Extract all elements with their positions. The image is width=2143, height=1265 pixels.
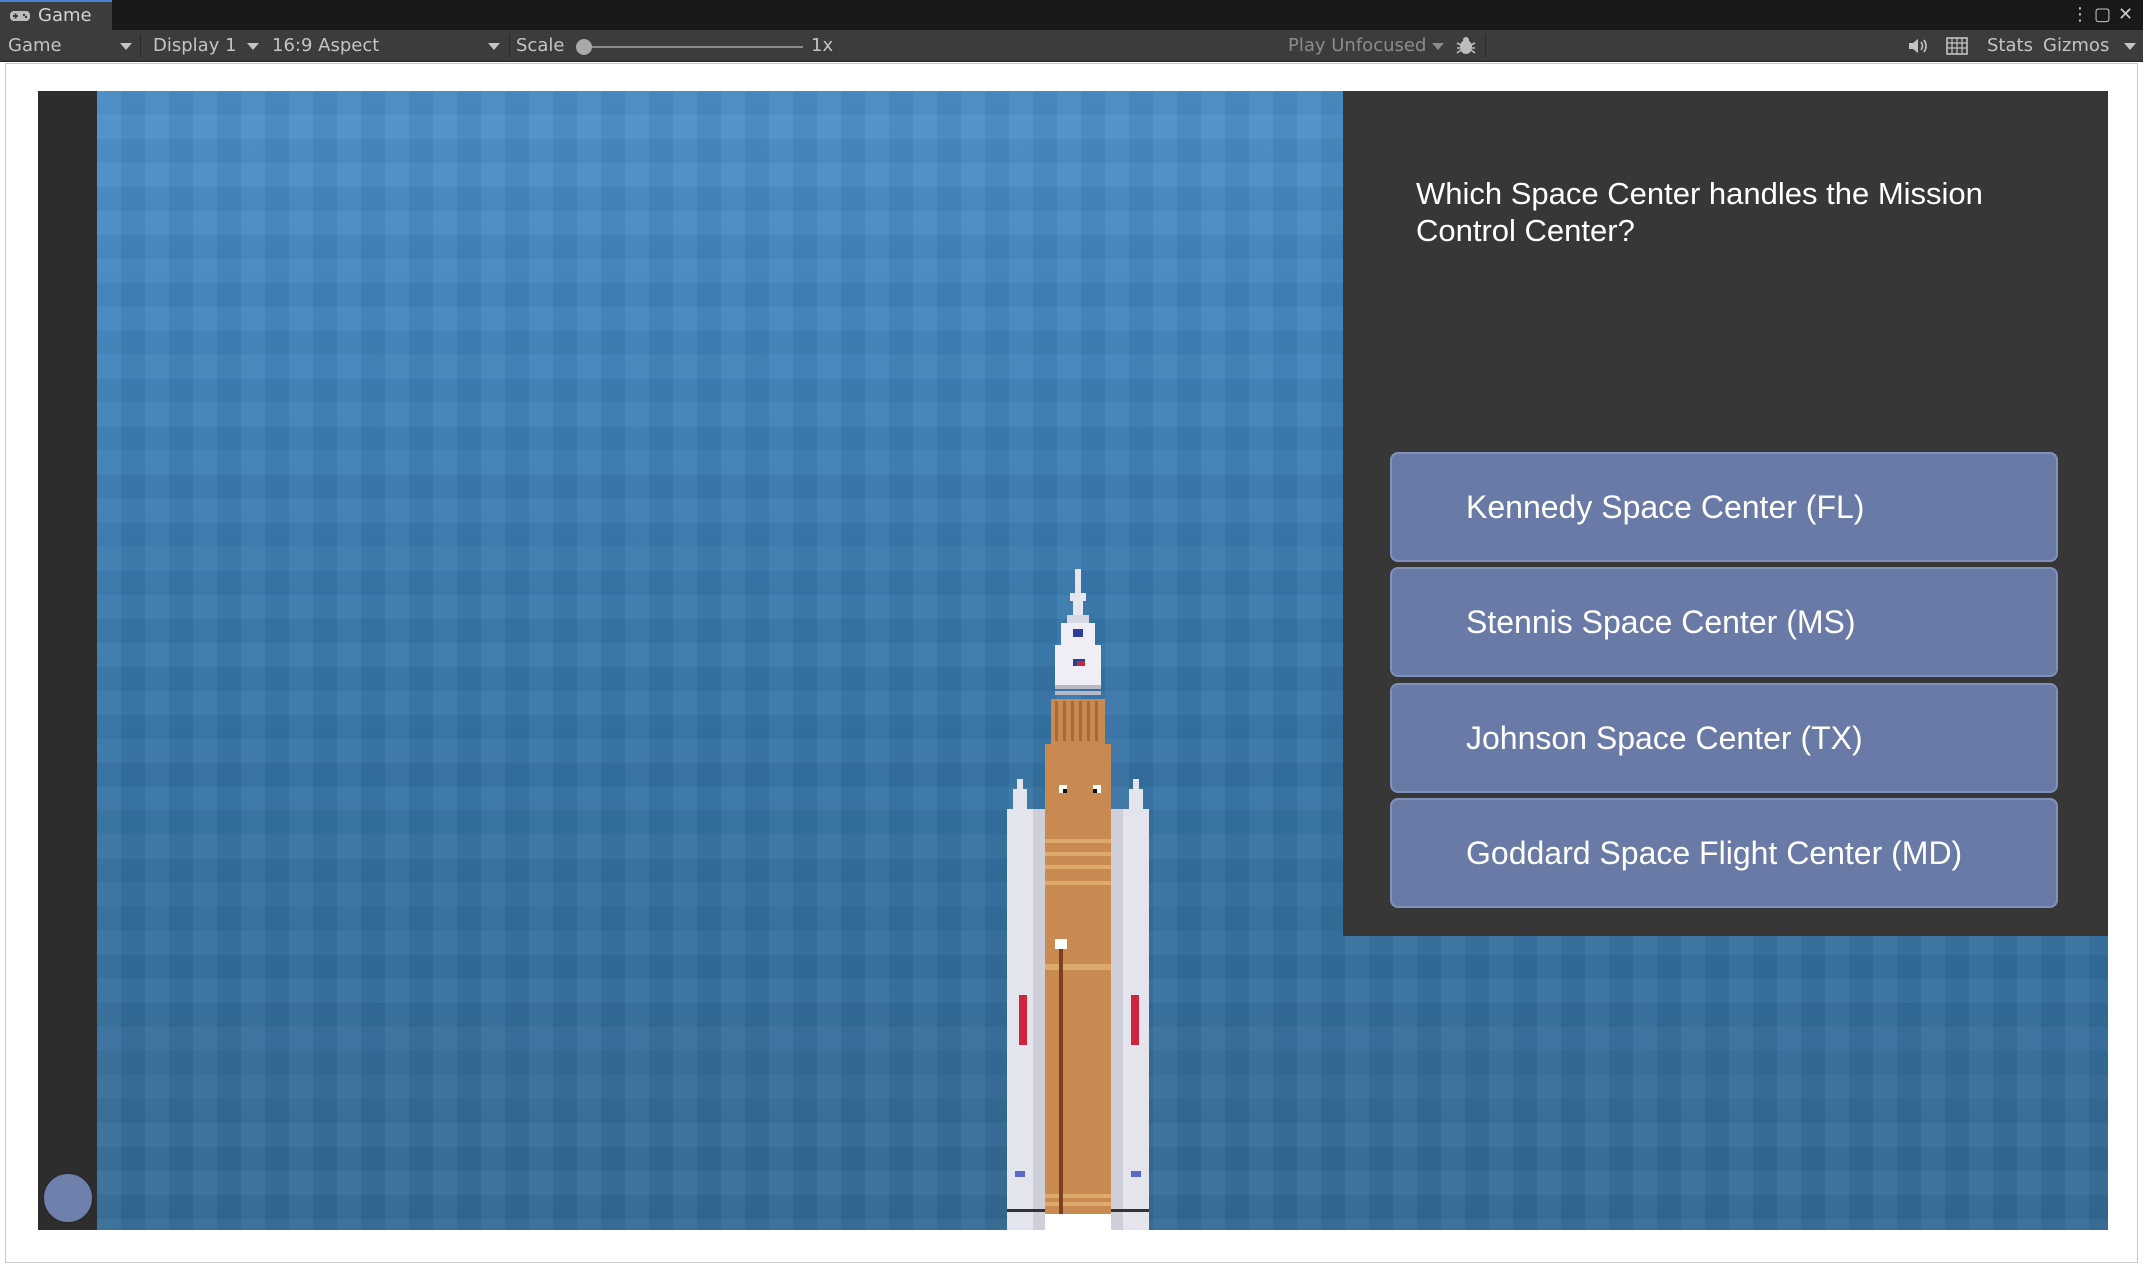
gamepad-icon <box>10 11 30 21</box>
stats-button[interactable]: Stats <box>1987 30 2033 61</box>
display-dropdown[interactable]: Display 1 <box>153 30 261 61</box>
gizmos-dropdown[interactable]: Gizmos <box>2043 30 2139 61</box>
game-view-toolbar: Game Display 1 16:9 Aspect Scale 1x Play… <box>0 30 2143 62</box>
tab-game[interactable]: Game <box>0 0 112 30</box>
chevron-down-icon <box>488 43 500 50</box>
gizmos-label: Gizmos <box>2043 35 2110 56</box>
close-button[interactable]: ✕ <box>2118 2 2133 28</box>
toolbar-divider <box>140 34 141 57</box>
answer-label: Kennedy Space Center (FL) <box>1466 489 1865 525</box>
display-label: Display 1 <box>153 35 237 56</box>
quiz-panel: Which Space Center handles the Mission C… <box>1343 91 2108 936</box>
scale-slider-handle[interactable] <box>576 39 592 55</box>
maximize-button[interactable]: ▢ <box>2094 2 2111 28</box>
scale-slider-track[interactable] <box>585 46 803 48</box>
play-mode-label: Play Unfocused <box>1288 35 1427 56</box>
bug-icon[interactable] <box>1455 35 1477 57</box>
rocket-sprite <box>1007 569 1149 1230</box>
answer-button-2[interactable]: Stennis Space Center (MS) <box>1390 567 2058 677</box>
answer-button-1[interactable]: Kennedy Space Center (FL) <box>1390 452 2058 562</box>
chevron-down-icon <box>120 43 132 50</box>
toolbar-divider <box>509 34 510 57</box>
joystick-button[interactable] <box>42 1172 94 1224</box>
editor-title-bar: Game ⋮ ▢ ✕ <box>0 0 2143 30</box>
view-mode-label: Game <box>8 35 62 56</box>
speaker-icon[interactable] <box>1907 37 1929 55</box>
more-options-button[interactable]: ⋮ <box>2071 2 2089 28</box>
toolbar-divider <box>1485 34 1486 57</box>
answer-button-3[interactable]: Johnson Space Center (TX) <box>1390 683 2058 793</box>
scale-value: 1x <box>811 35 834 56</box>
chevron-down-icon <box>2124 43 2136 50</box>
chevron-down-icon <box>247 43 259 50</box>
scale-label: Scale <box>516 35 565 56</box>
chevron-down-icon <box>1432 43 1444 50</box>
question-text: Which Space Center handles the Mission C… <box>1416 176 1983 248</box>
answer-label: Johnson Space Center (TX) <box>1466 720 1863 756</box>
play-mode-dropdown[interactable]: Play Unfocused <box>1288 30 1444 61</box>
view-mode-dropdown[interactable]: Game <box>8 30 132 61</box>
aspect-dropdown[interactable]: 16:9 Aspect <box>272 30 504 61</box>
tab-game-label: Game <box>38 5 92 26</box>
keyboard-grid-icon[interactable] <box>1946 37 1968 55</box>
answer-button-4[interactable]: Goddard Space Flight Center (MD) <box>1390 798 2058 908</box>
answer-label: Stennis Space Center (MS) <box>1466 604 1856 640</box>
aspect-label: 16:9 Aspect <box>272 35 380 56</box>
left-letterbox <box>38 91 97 1230</box>
answer-label: Goddard Space Flight Center (MD) <box>1466 835 1963 871</box>
